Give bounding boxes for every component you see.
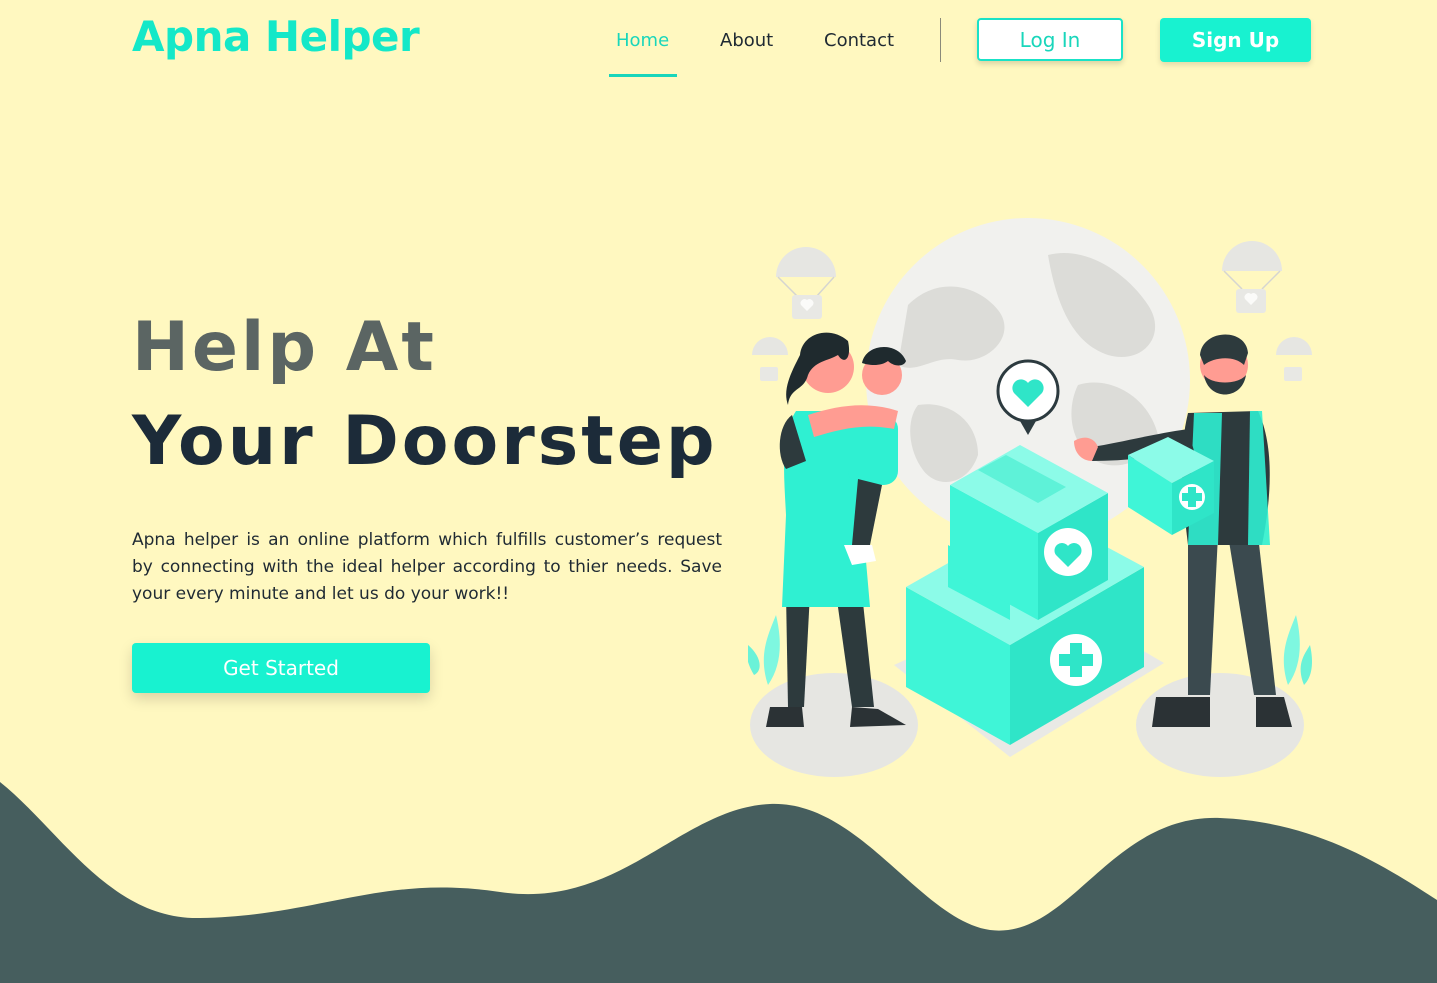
hero-title-line-2: Your Doorstep bbox=[132, 402, 718, 481]
hero-description: Apna helper is an online platform which … bbox=[132, 530, 722, 604]
nav-contact-link[interactable]: Contact bbox=[824, 30, 894, 51]
plant-icon bbox=[1283, 615, 1312, 685]
plant-icon bbox=[748, 615, 780, 685]
nav-home-link[interactable]: Home bbox=[616, 30, 669, 51]
delivery-helper-illustration bbox=[748, 218, 1312, 777]
parachute-icon bbox=[1222, 241, 1282, 313]
signup-button[interactable]: Sign Up bbox=[1160, 18, 1311, 62]
nav-about-link[interactable]: About bbox=[720, 30, 773, 51]
parachute-icon bbox=[1276, 337, 1312, 381]
nav-divider bbox=[940, 18, 941, 62]
landing-page: Apna Helper Home About Contact Log In Si… bbox=[0, 0, 1437, 983]
hero-title-line-1: Help At bbox=[132, 308, 437, 387]
active-nav-indicator bbox=[609, 74, 677, 77]
footer-wave-decoration bbox=[0, 782, 1437, 983]
brand-logo[interactable]: Apna Helper bbox=[132, 12, 420, 61]
login-button[interactable]: Log In bbox=[977, 18, 1123, 61]
parachute-icon bbox=[776, 247, 836, 319]
get-started-button[interactable]: Get Started bbox=[132, 643, 430, 693]
woman-with-child-figure bbox=[766, 332, 906, 727]
parachute-icon bbox=[752, 337, 788, 381]
